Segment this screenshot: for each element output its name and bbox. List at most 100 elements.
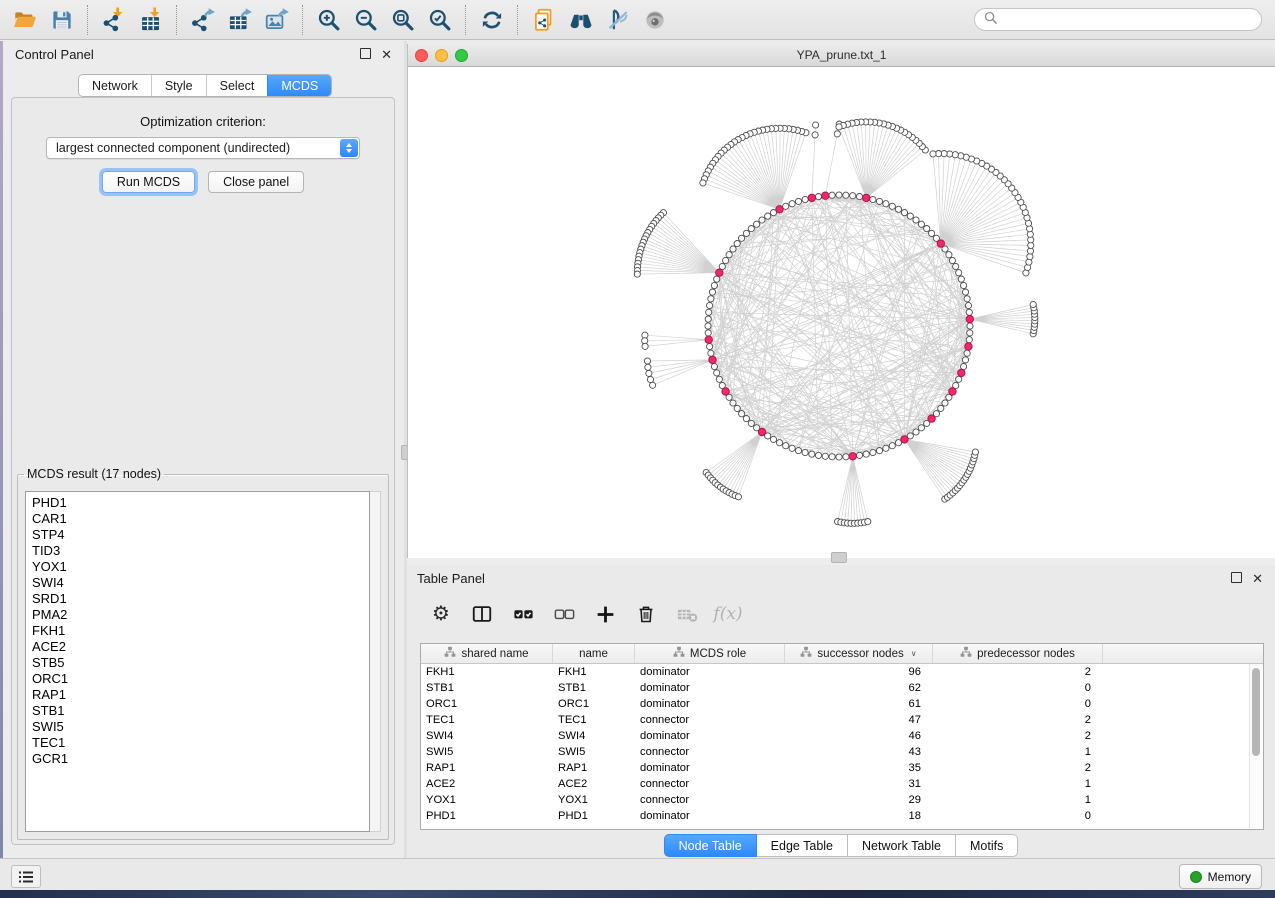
save-session-icon[interactable] — [43, 3, 80, 37]
export-image-icon[interactable] — [258, 3, 295, 37]
gear-icon[interactable]: ⚙ — [428, 601, 454, 627]
column-header-predecessor-nodes[interactable]: predecessor nodes — [933, 644, 1103, 663]
mcds-result-item[interactable]: SWI4 — [32, 575, 369, 591]
table-toolbar: ⚙f(x) — [407, 593, 1275, 635]
import-network-icon[interactable] — [95, 3, 132, 37]
panel-divider-horizontal[interactable] — [407, 558, 1275, 565]
table-cell: TEC1 — [421, 714, 553, 726]
tab-mcds[interactable]: MCDS — [267, 75, 331, 96]
import-table-icon[interactable] — [132, 3, 169, 37]
table-cell: 29 — [785, 794, 933, 806]
table-cell: 0 — [933, 810, 1103, 822]
panel-list-button[interactable] — [11, 865, 41, 888]
column-header-MCDS-role[interactable]: MCDS role — [635, 644, 785, 663]
table-row[interactable]: STB1STB1dominator620 — [421, 680, 1263, 696]
network-search-box[interactable] — [974, 8, 1262, 31]
mcds-result-item[interactable]: STB1 — [32, 703, 369, 719]
mcds-result-item[interactable]: ACE2 — [32, 639, 369, 655]
mcds-result-item[interactable]: SWI5 — [32, 719, 369, 735]
table-row[interactable]: ACE2ACE2connector311 — [421, 776, 1263, 792]
mcds-result-item[interactable]: TEC1 — [32, 735, 369, 751]
mcds-result-item[interactable]: PHD1 — [32, 495, 369, 511]
attribute-icon — [800, 646, 812, 661]
close-panel-button[interactable]: Close panel — [208, 171, 304, 193]
desktop-wallpaper-bottom — [0, 890, 1275, 898]
toggle-graphics-details-icon[interactable] — [599, 3, 636, 37]
divider-grip-icon[interactable] — [831, 552, 847, 563]
zoom-out-icon[interactable] — [347, 3, 384, 37]
table-cell: STB1 — [553, 682, 635, 694]
mcds-result-item[interactable]: ORC1 — [32, 671, 369, 687]
add-row-icon[interactable] — [592, 601, 618, 627]
table-row[interactable]: TEC1TEC1connector472 — [421, 712, 1263, 728]
mcds-result-item[interactable]: RAP1 — [32, 687, 369, 703]
mcds-result-item[interactable]: GCR1 — [32, 751, 369, 767]
deselect-all-icon[interactable] — [551, 601, 577, 627]
table-row[interactable]: SWI5SWI5connector431 — [421, 744, 1263, 760]
table-cell: ACE2 — [421, 778, 553, 790]
column-header-shared-name[interactable]: shared name — [421, 644, 553, 663]
search-network-icon[interactable] — [562, 3, 599, 37]
tab-style[interactable]: Style — [151, 75, 206, 96]
run-mcds-button[interactable]: Run MCDS — [102, 171, 195, 193]
table-header-row: shared namenameMCDS rolesuccessor nodes∨… — [421, 644, 1263, 664]
zoom-fit-icon[interactable] — [384, 3, 421, 37]
table-cell: PHD1 — [553, 810, 635, 822]
table-cell: 2 — [933, 762, 1103, 774]
zoom-in-icon[interactable] — [310, 3, 347, 37]
toolbar-separator — [176, 5, 177, 35]
memory-button[interactable]: Memory — [1179, 864, 1262, 889]
table-row[interactable]: ORC1ORC1dominator610 — [421, 696, 1263, 712]
table-row[interactable]: FKH1FKH1dominator962 — [421, 664, 1263, 680]
float-panel-icon[interactable] — [1231, 572, 1242, 585]
clone-network-icon[interactable] — [525, 3, 562, 37]
table-cell: SWI4 — [421, 730, 553, 742]
control-panel: Control Panel ✕ NetworkStyleSelectMCDS O… — [3, 41, 404, 858]
network-canvas[interactable] — [408, 67, 1275, 558]
tab-network[interactable]: Network — [79, 75, 151, 96]
delete-row-icon[interactable] — [633, 601, 659, 627]
mcds-tab-content: Optimization criterion: largest connecte… — [11, 97, 395, 845]
toolbar-icon-group — [6, 3, 673, 37]
refresh-icon[interactable] — [473, 3, 510, 37]
mcds-list-scrollbar[interactable] — [370, 491, 381, 832]
table-row[interactable]: SWI4SWI4dominator462 — [421, 728, 1263, 744]
tab-motifs[interactable]: Motifs — [956, 834, 1018, 857]
export-table-icon[interactable] — [221, 3, 258, 37]
mcds-result-item[interactable]: PMA2 — [32, 607, 369, 623]
tab-select[interactable]: Select — [206, 75, 268, 96]
search-input[interactable] — [1003, 12, 1252, 28]
column-header-name[interactable]: name — [553, 644, 635, 663]
open-file-icon[interactable] — [6, 3, 43, 37]
scrollbar-thumb[interactable] — [1252, 668, 1260, 756]
tab-node-table[interactable]: Node Table — [664, 834, 757, 857]
mcds-result-item[interactable]: STB5 — [32, 655, 369, 671]
table-row[interactable]: YOX1YOX1connector291 — [421, 792, 1263, 808]
column-header-successor-nodes[interactable]: successor nodes∨ — [785, 644, 933, 663]
table-row[interactable]: RAP1RAP1dominator352 — [421, 760, 1263, 776]
mcds-result-item[interactable]: STP4 — [32, 527, 369, 543]
export-network-icon[interactable] — [184, 3, 221, 37]
mcds-result-item[interactable]: SRD1 — [32, 591, 369, 607]
zoom-selected-icon[interactable] — [421, 3, 458, 37]
table-panel-titlebar: Table Panel ✕ — [407, 565, 1275, 591]
table-cell: 47 — [785, 714, 933, 726]
tab-edge-table[interactable]: Edge Table — [757, 834, 848, 857]
mcds-result-groupbox: MCDS result (17 nodes) PHD1CAR1STP4TID3Y… — [17, 467, 389, 840]
mcds-result-item[interactable]: TID3 — [32, 543, 369, 559]
float-panel-icon[interactable] — [360, 48, 371, 61]
columns-icon[interactable] — [469, 601, 495, 627]
select-all-icon[interactable] — [510, 601, 536, 627]
tab-network-table[interactable]: Network Table — [848, 834, 956, 857]
mcds-result-item[interactable]: FKH1 — [32, 623, 369, 639]
close-panel-icon[interactable]: ✕ — [1252, 572, 1263, 585]
table-cell: 0 — [933, 698, 1103, 710]
table-scrollbar[interactable] — [1249, 664, 1262, 828]
table-row[interactable]: PHD1PHD1dominator180 — [421, 808, 1263, 824]
birds-eye-view-icon[interactable] — [636, 3, 673, 37]
close-panel-icon[interactable]: ✕ — [381, 48, 392, 61]
table-panel: Table Panel ✕ ⚙f(x) shared namenameMCDS … — [407, 565, 1275, 858]
mcds-result-item[interactable]: YOX1 — [32, 559, 369, 575]
mcds-result-item[interactable]: CAR1 — [32, 511, 369, 527]
criterion-select[interactable]: largest connected component (undirected) — [46, 137, 360, 159]
